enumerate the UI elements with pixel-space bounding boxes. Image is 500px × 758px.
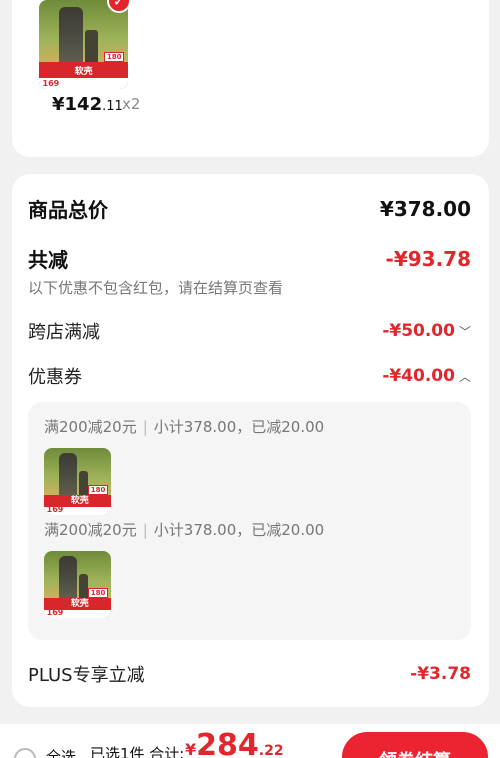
checkout-bar: 全选 已选1件 合计: ¥284.22 领券结算 bbox=[0, 724, 500, 758]
coupon-label: 优惠券 bbox=[28, 367, 82, 388]
cross-store-value-wrap: -¥50.00 ﹀ bbox=[382, 321, 471, 341]
checkout-button[interactable]: 领券结算 bbox=[342, 732, 488, 758]
coupon-value-wrap: -¥40.00 ︿ bbox=[382, 366, 471, 386]
total-label: 商品总价 bbox=[28, 198, 108, 222]
coupon-value: -¥40.00 bbox=[382, 366, 455, 386]
discount-row: 共减 -¥93.78 bbox=[28, 244, 471, 273]
checkout-total-dec: .22 bbox=[258, 743, 284, 758]
thumb-mini-price: 169 bbox=[46, 608, 64, 618]
thumb-band-text: 软壳 bbox=[70, 495, 89, 506]
chevron-up-icon[interactable]: ︿ bbox=[459, 370, 471, 384]
coupon-detail-line: 满200减20元 | 小计378.00，已减20.00 bbox=[44, 416, 324, 437]
product-thumbnail[interactable]: 软壳 180 169 bbox=[39, 0, 128, 89]
plus-value: -¥3.78 bbox=[410, 664, 471, 684]
cross-store-row[interactable]: 跨店满减 -¥50.00 ﹀ bbox=[28, 318, 471, 344]
plus-label: PLUS专享立减 bbox=[28, 665, 145, 686]
coupon-info: 小计378.00，已减20.00 bbox=[153, 418, 325, 436]
checkout-total-symbol: ¥ bbox=[185, 740, 197, 758]
coupon-product-thumbnail[interactable]: 软壳 180 169 bbox=[44, 551, 111, 618]
price-summary-card: 商品总价 ¥378.00 共减 -¥93.78 以下优惠不包含红包，请在结算页查… bbox=[12, 174, 489, 707]
coupon-rule: 满200减20元 bbox=[44, 521, 137, 539]
thumb-tag: 180 bbox=[87, 484, 109, 495]
thumb-tag: 180 bbox=[103, 52, 125, 63]
coupon-row[interactable]: 优惠券 -¥40.00 ︿ bbox=[28, 363, 471, 389]
select-all-radio[interactable] bbox=[14, 748, 36, 758]
total-row: 商品总价 ¥378.00 bbox=[28, 194, 471, 223]
cross-store-label: 跨店满减 bbox=[28, 322, 100, 343]
product-quantity: x2 bbox=[122, 95, 141, 113]
plus-row: PLUS专享立减 -¥3.78 bbox=[28, 661, 471, 687]
product-price: ¥142.11 bbox=[52, 94, 123, 115]
discount-value: -¥93.78 bbox=[385, 246, 471, 271]
thumb-band-text: 软壳 bbox=[70, 598, 89, 609]
product-price-dec: .11 bbox=[102, 99, 123, 114]
chevron-down-icon[interactable]: ﹀ bbox=[459, 325, 471, 339]
divider: | bbox=[142, 418, 148, 436]
divider: | bbox=[142, 521, 148, 539]
thumb-mini-price: 169 bbox=[46, 505, 64, 515]
coupon-detail-box: 满200减20元 | 小计378.00，已减20.00 软壳 180 169 满20… bbox=[28, 402, 471, 640]
select-all-label[interactable]: 全选 bbox=[46, 746, 76, 758]
checkout-total-int: 284 bbox=[196, 728, 259, 758]
thumb-band-text: 软壳 bbox=[74, 66, 93, 77]
product-card: 软壳 180 169 ✓ ¥142.11 x2 bbox=[12, 0, 489, 157]
coupon-product-thumbnail[interactable]: 软壳 180 169 bbox=[44, 448, 111, 515]
total-value: ¥378.00 bbox=[379, 196, 471, 221]
thumb-tag: 180 bbox=[87, 587, 109, 598]
coupon-rule: 满200减20元 bbox=[44, 418, 137, 436]
discount-label: 共减 bbox=[28, 248, 68, 272]
coupon-detail-line: 满200减20元 | 小计378.00，已减20.00 bbox=[44, 519, 324, 540]
discount-note: 以下优惠不包含红包，请在结算页查看 bbox=[28, 279, 284, 297]
coupon-info: 小计378.00，已减20.00 bbox=[153, 521, 325, 539]
thumb-mini-price: 169 bbox=[42, 79, 60, 89]
cross-store-value: -¥50.00 bbox=[382, 321, 455, 341]
checkout-total: ¥284.22 bbox=[185, 728, 284, 758]
product-price-int: ¥142 bbox=[52, 94, 103, 115]
selected-info: 已选1件 合计: bbox=[90, 745, 185, 758]
